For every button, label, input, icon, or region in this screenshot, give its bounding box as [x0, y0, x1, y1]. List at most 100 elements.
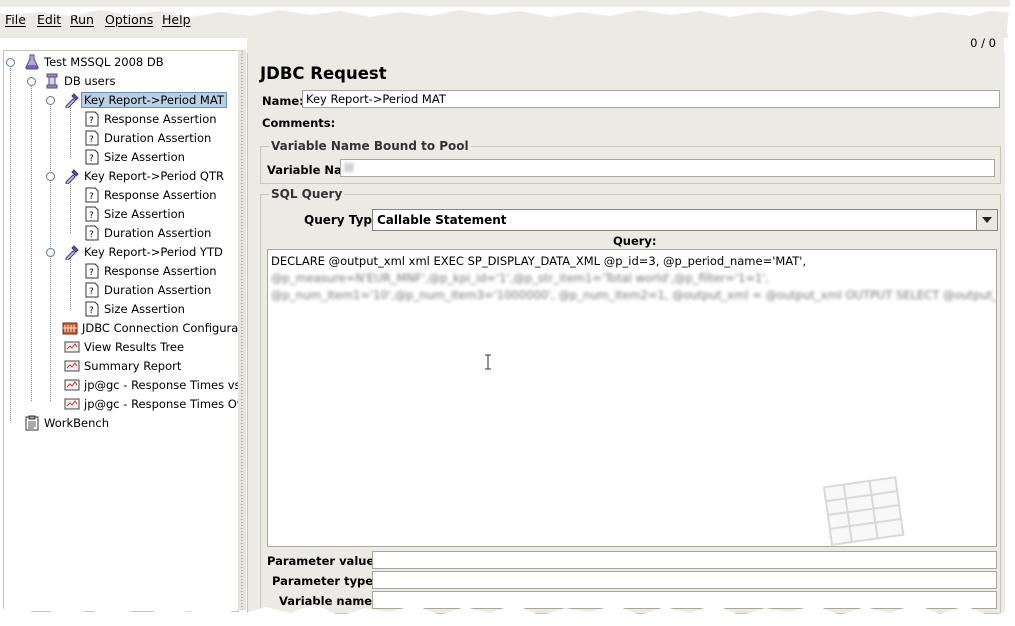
- chevron-down-icon[interactable]: [976, 210, 997, 230]
- jdbc-sampler-pipette-icon: [64, 92, 80, 109]
- tree-item-listener[interactable]: Summary Report: [64, 357, 181, 375]
- page-title: JDBC Request: [260, 64, 387, 83]
- tree-connector: [50, 249, 51, 401]
- tree-item-label: Duration Assertion: [104, 131, 212, 145]
- jdbc-sampler-pipette-icon: [64, 168, 80, 185]
- name-field[interactable]: Key Report->Period MAT: [302, 90, 1000, 108]
- jdbc-request-panel: JDBC Request Name: Key Report->Period MA…: [247, 53, 1005, 614]
- parameter-types-label: Parameter types:: [272, 574, 385, 588]
- tree-connector: [10, 63, 11, 421]
- assertion-icon: ?: [84, 111, 100, 127]
- query-line: DECLARE @output_xml xml EXEC SP_DISPLAY_…: [271, 254, 807, 268]
- assertion-icon: ?: [84, 301, 100, 317]
- expand-toggle-icon[interactable]: [27, 77, 36, 86]
- assertion-icon: ?: [84, 149, 100, 165]
- sql-query-group-legend: SQL Query: [269, 187, 345, 201]
- variable-name-field[interactable]: lll: [340, 159, 995, 177]
- tree-item-sampler-qtr[interactable]: Key Report->Period QTR: [64, 167, 224, 185]
- tree-item-label: Response Assertion: [104, 112, 217, 126]
- tree-item-assertion[interactable]: ? Duration Assertion: [84, 281, 211, 299]
- listener-icon: [64, 377, 80, 393]
- tree-item-assertion[interactable]: ? Size Assertion: [84, 205, 185, 223]
- text-cursor-icon: [484, 354, 492, 370]
- split-pane-divider[interactable]: [238, 50, 246, 610]
- tree-item-assertion[interactable]: ? Response Assertion: [84, 110, 217, 128]
- name-label: Name:: [262, 94, 304, 108]
- listener-icon: [64, 396, 80, 412]
- query-label: Query:: [613, 234, 657, 248]
- tree-item-label: Response Assertion: [104, 188, 217, 202]
- expand-toggle-icon[interactable]: [46, 248, 55, 257]
- tree-item-label: DB users: [64, 74, 116, 88]
- tree-item-label: Summary Report: [84, 359, 182, 373]
- svg-text:?: ?: [89, 287, 94, 297]
- tree-item-label: jp@gc - Response Times Over: [84, 397, 239, 411]
- tree-item-assertion[interactable]: ? Size Assertion: [84, 300, 185, 318]
- query-textarea[interactable]: DECLARE @output_xml xml EXEC SP_DISPLAY_…: [267, 249, 997, 547]
- torn-edge-bottom: [0, 604, 1015, 626]
- tree-item-label: Duration Assertion: [104, 283, 212, 297]
- sql-query-group: SQL Query Query Type: Callable Statement…: [260, 187, 1001, 614]
- assertion-icon: ?: [84, 206, 100, 222]
- tree-item-label: Key Report->Period QTR: [84, 169, 224, 183]
- test-plan-tree[interactable]: Test MSSQL 2008 DB DB users Key Report->…: [3, 50, 239, 612]
- tree-item-sampler-ytd[interactable]: Key Report->Period YTD: [64, 243, 223, 261]
- listener-icon: [64, 339, 80, 355]
- tree-item-workbench[interactable]: WorkBench: [24, 414, 109, 432]
- tree-item-assertion[interactable]: ? Duration Assertion: [84, 224, 211, 242]
- tree-item-label: Size Assertion: [104, 302, 185, 316]
- expand-toggle-icon[interactable]: [46, 172, 55, 181]
- parameter-values-field[interactable]: [372, 551, 997, 569]
- query-line-blurred: @p_num_item1='10',@p_num_item3='1000000'…: [271, 288, 997, 302]
- tree-item-test-plan[interactable]: Test MSSQL 2008 DB: [24, 53, 164, 71]
- assertion-icon: ?: [84, 225, 100, 241]
- tree-connector: [70, 101, 71, 157]
- parameter-types-field[interactable]: [372, 571, 997, 589]
- tree-item-assertion[interactable]: ? Response Assertion: [84, 186, 217, 204]
- tree-connector: [70, 253, 71, 309]
- tree-item-label: Duration Assertion: [104, 226, 212, 240]
- query-line-blurred: @p_measure=N'EUR_MNF',@p_kpi_id='1',@p_s…: [271, 271, 770, 285]
- tree-item-label: Response Assertion: [104, 264, 217, 278]
- tree-item-assertion[interactable]: ? Size Assertion: [84, 148, 185, 166]
- svg-text:?: ?: [89, 116, 94, 126]
- expand-toggle-icon[interactable]: [6, 58, 15, 67]
- active-threads-counter: 0 / 0: [970, 36, 996, 50]
- tree-item-sampler-mat[interactable]: Key Report->Period MAT: [64, 91, 227, 109]
- variable-name-group: Variable Name Bound to Pool Variable Nam…: [260, 139, 1001, 184]
- tree-item-label: Size Assertion: [104, 150, 185, 164]
- tree-item-thread-group[interactable]: DB users: [44, 72, 115, 90]
- tree-item-assertion[interactable]: ? Response Assertion: [84, 262, 217, 280]
- svg-text:?: ?: [89, 135, 94, 145]
- config-element-icon: [62, 320, 78, 336]
- thread-group-spool-icon: [44, 73, 60, 89]
- assertion-icon: ?: [84, 130, 100, 146]
- assertion-icon: ?: [84, 282, 100, 298]
- status-strip: 0 / 0: [247, 33, 1004, 53]
- tree-item-listener[interactable]: View Results Tree: [64, 338, 184, 356]
- svg-text:?: ?: [89, 268, 94, 278]
- test-plan-flask-icon: [24, 54, 40, 70]
- torn-edge-top: [0, 7, 1015, 17]
- svg-text:?: ?: [89, 192, 94, 202]
- tree-item-listener[interactable]: jp@gc - Response Times Over: [64, 395, 239, 413]
- tree-item-label: Key Report->Period MAT: [81, 92, 227, 108]
- tree-item-jdbc-config[interactable]: JDBC Connection Configuration: [62, 319, 239, 337]
- jdbc-sampler-pipette-icon: [64, 244, 80, 261]
- tree-item-label: jp@gc - Response Times vs Th: [84, 378, 238, 392]
- tree-item-label: Test MSSQL 2008 DB: [44, 55, 164, 69]
- tree-item-listener[interactable]: jp@gc - Response Times vs Th: [64, 376, 238, 394]
- query-type-select[interactable]: Callable Statement: [372, 209, 998, 231]
- comments-label: Comments:: [262, 116, 336, 130]
- listener-icon: [64, 358, 80, 374]
- tree-item-assertion[interactable]: ? Duration Assertion: [84, 129, 211, 147]
- svg-text:?: ?: [89, 211, 94, 221]
- query-type-value: Callable Statement: [377, 213, 507, 227]
- tree-connector: [70, 177, 71, 233]
- tree-connector: [31, 81, 32, 401]
- tree-item-label: WorkBench: [44, 416, 109, 430]
- expand-toggle-icon[interactable]: [46, 96, 55, 105]
- tree-item-label: JDBC Connection Configuration: [82, 321, 239, 335]
- tree-item-label: Key Report->Period YTD: [84, 245, 223, 259]
- torn-edge-right: [1006, 0, 1015, 626]
